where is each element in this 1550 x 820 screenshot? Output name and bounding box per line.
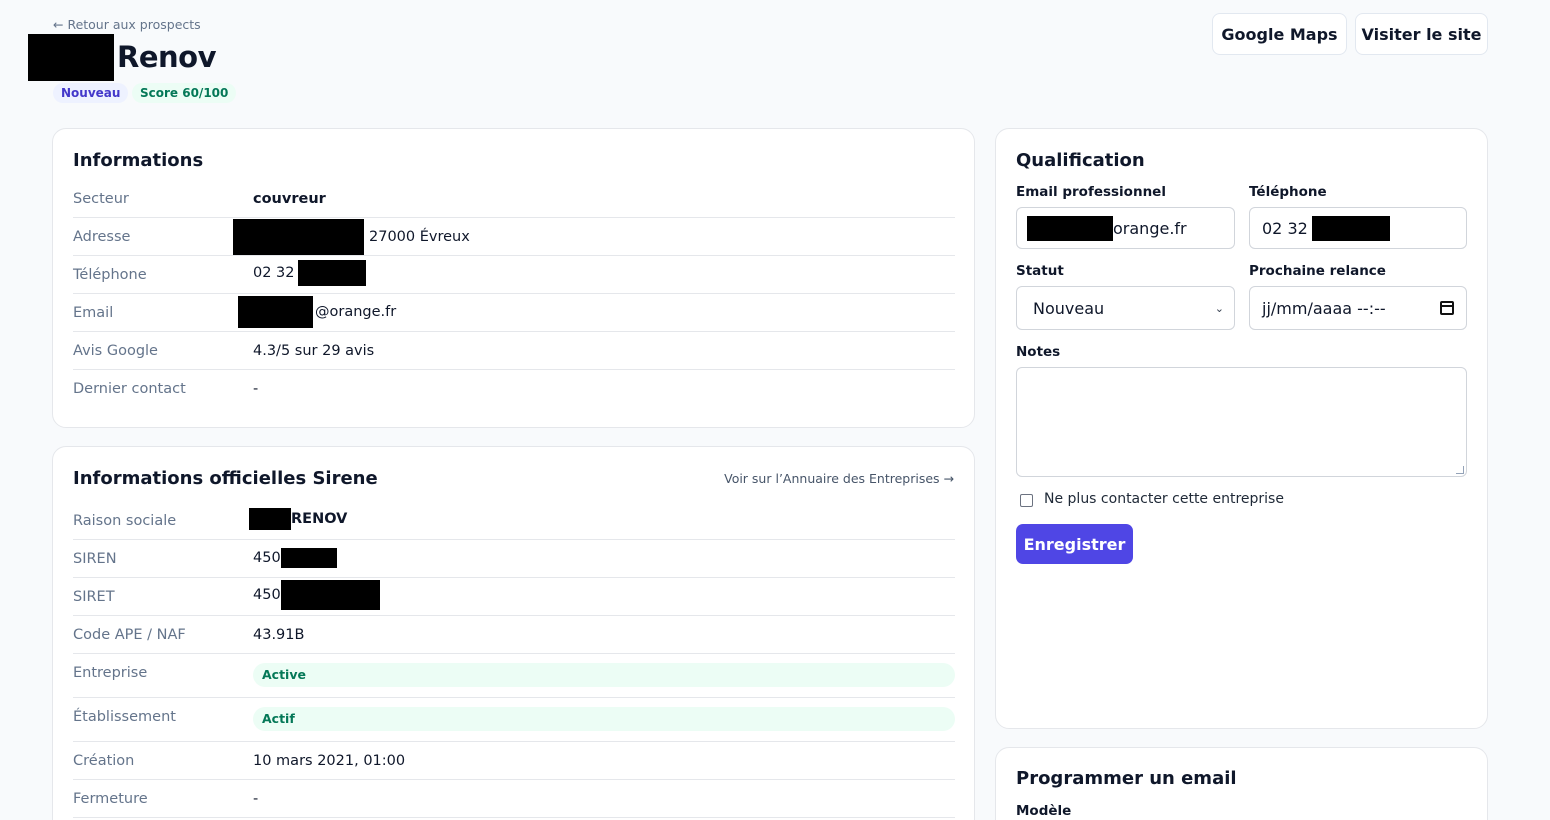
- row-label: SIRET: [73, 589, 115, 605]
- phone-label: Téléphone: [1249, 184, 1327, 200]
- template-label: Modèle: [1016, 803, 1072, 819]
- status-pill-actif: Actif: [253, 707, 955, 731]
- siret-text: 450: [253, 587, 281, 603]
- sirene-row-creation: Création 10 mars 2021, 01:00: [73, 742, 955, 780]
- redacted-block: [249, 508, 291, 530]
- row-label: Entreprise: [73, 665, 148, 681]
- redacted-block: [233, 219, 364, 255]
- row-value: 43.91B: [253, 627, 305, 643]
- notes-label: Notes: [1016, 344, 1061, 360]
- email-text: @orange.fr: [315, 304, 397, 320]
- row-value: 02 32: [253, 260, 366, 286]
- info-row-secteur: Secteur couvreur: [73, 180, 955, 218]
- sirene-row-fermeture: Fermeture -: [73, 780, 955, 818]
- sirene-row-raison-sociale: Raison sociale RENOV: [73, 502, 955, 540]
- row-label: Téléphone: [73, 267, 147, 283]
- back-to-prospects-link[interactable]: ← Retour aux prospects: [53, 17, 201, 32]
- row-label: Secteur: [73, 191, 129, 207]
- row-label: Fermeture: [73, 791, 148, 807]
- row-value: couvreur: [253, 191, 326, 207]
- qualification-card: Qualification Email professionnel orange…: [995, 128, 1488, 729]
- notes-textarea[interactable]: [1016, 367, 1467, 477]
- raison-sociale-text: RENOV: [291, 511, 348, 527]
- status-label: Statut: [1016, 263, 1064, 279]
- phone-text: 02 32: [253, 265, 295, 281]
- redacted-block: [238, 296, 313, 328]
- sirene-row-etablissement: Établissement Actif: [73, 698, 955, 742]
- row-value: 4.3/5 sur 29 avis: [253, 343, 375, 359]
- info-row-email: Email @orange.fr: [73, 294, 955, 332]
- status-select-value: Nouveau: [1033, 298, 1105, 318]
- row-label: Établissement: [73, 709, 176, 725]
- row-label: Email: [73, 305, 114, 321]
- save-button[interactable]: Enregistrer: [1016, 524, 1133, 564]
- email-field-text: orange.fr: [1113, 218, 1187, 238]
- relance-label: Prochaine relance: [1249, 263, 1386, 279]
- info-row-telephone: Téléphone 02 32: [73, 256, 955, 294]
- resize-handle-icon[interactable]: [1456, 466, 1464, 474]
- card-title: Informations officielles Sirene: [73, 468, 378, 489]
- chevron-down-icon: ⌄: [1214, 301, 1224, 315]
- row-value: 450: [253, 548, 337, 568]
- sirene-row-entreprise: Entreprise Active: [73, 654, 955, 698]
- score-badge: Score 60/100: [132, 83, 237, 103]
- siren-text: 450: [253, 550, 281, 566]
- email-label: Email professionnel: [1016, 184, 1166, 200]
- status-badge: Nouveau: [53, 83, 129, 103]
- redacted-block: [297, 260, 366, 286]
- row-value: RENOV: [249, 508, 347, 530]
- informations-card: Informations Secteur couvreur Adresse 27…: [52, 128, 975, 428]
- row-value: 27000 Évreux: [233, 219, 470, 255]
- status-pill-active: Active: [253, 663, 955, 687]
- sirene-row-siret: SIRET 450: [73, 578, 955, 616]
- google-maps-button[interactable]: Google Maps: [1212, 13, 1347, 55]
- no-contact-checkbox[interactable]: [1020, 494, 1033, 507]
- card-title: Qualification: [1016, 150, 1145, 171]
- row-label: Code APE / NAF: [73, 627, 186, 643]
- info-row-dernier-contact: Dernier contact -: [73, 370, 955, 408]
- sirene-row-ape: Code APE / NAF 43.91B: [73, 616, 955, 654]
- redacted-block: [1311, 215, 1390, 241]
- row-value: -: [253, 381, 259, 397]
- phone-field-text: 02 32: [1262, 218, 1308, 238]
- row-value: @orange.fr: [238, 296, 396, 328]
- annuaire-link[interactable]: Voir sur l’Annuaire des Entreprises →: [724, 471, 954, 486]
- row-label: Avis Google: [73, 343, 158, 359]
- card-title: Programmer un email: [1016, 768, 1237, 789]
- row-label: Création: [73, 753, 135, 769]
- address-text: 27000 Évreux: [369, 229, 470, 245]
- no-contact-label[interactable]: Ne plus contacter cette entreprise: [1044, 491, 1284, 507]
- sirene-card: Informations officielles Sirene Voir sur…: [52, 446, 975, 820]
- page-title: Renov: [117, 40, 216, 74]
- relance-value: jj/mm/aaaa --:--: [1262, 298, 1386, 318]
- phone-field[interactable]: 02 32: [1249, 207, 1467, 249]
- status-select[interactable]: Nouveau ⌄: [1016, 286, 1235, 330]
- sirene-row-siren: SIREN 450: [73, 540, 955, 578]
- redacted-block: [28, 34, 114, 81]
- row-label: SIREN: [73, 551, 117, 567]
- visit-site-button[interactable]: Visiter le site: [1355, 13, 1488, 55]
- redacted-block: [1027, 215, 1113, 241]
- relance-datetime-input[interactable]: jj/mm/aaaa --:--: [1249, 286, 1467, 330]
- schedule-email-card: Programmer un email Modèle: [995, 747, 1488, 820]
- card-title: Informations: [73, 150, 204, 171]
- redacted-block: [280, 580, 380, 610]
- row-value: -: [253, 791, 259, 807]
- info-row-avis: Avis Google 4.3/5 sur 29 avis: [73, 332, 955, 370]
- info-row-adresse: Adresse 27000 Évreux: [73, 218, 955, 256]
- row-label: Dernier contact: [73, 381, 186, 397]
- redacted-block: [280, 548, 337, 568]
- row-value: 10 mars 2021, 01:00: [253, 753, 406, 769]
- email-field[interactable]: orange.fr: [1016, 207, 1235, 249]
- row-label: Adresse: [73, 229, 131, 245]
- row-value: 450: [253, 580, 380, 610]
- calendar-icon[interactable]: [1440, 301, 1454, 315]
- row-label: Raison sociale: [73, 513, 177, 529]
